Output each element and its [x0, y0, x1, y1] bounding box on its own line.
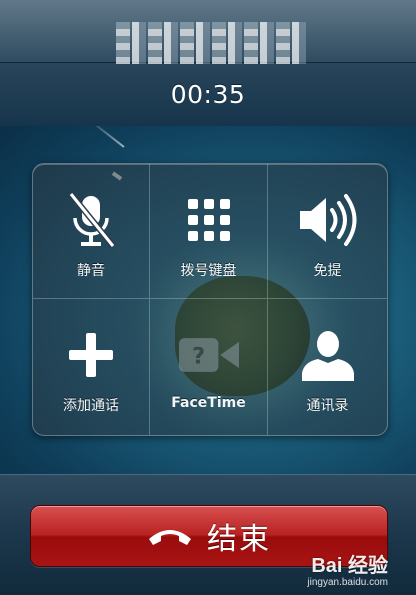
- boat-wake: [87, 126, 125, 148]
- mute-label: 静音: [77, 263, 105, 279]
- in-call-controls-panel: 静音 拨号键盘 免提 添加通话 ? FaceTime 通讯录: [32, 163, 388, 436]
- add-call-icon: [61, 325, 121, 385]
- facetime-label: FaceTime: [171, 395, 246, 411]
- contacts-button[interactable]: 通讯录: [268, 299, 387, 435]
- caller-name-obscured: [92, 16, 330, 70]
- facetime-button[interactable]: ? FaceTime: [150, 299, 268, 435]
- keypad-label: 拨号键盘: [180, 263, 237, 279]
- contacts-icon: [298, 325, 358, 385]
- watermark-brand: Bai 经验: [311, 555, 388, 577]
- svg-text:?: ?: [192, 343, 205, 369]
- mute-button[interactable]: 静音: [33, 164, 150, 299]
- end-call-phone-icon: [149, 530, 191, 545]
- facetime-icon: ?: [178, 325, 239, 385]
- speaker-button[interactable]: 免提: [268, 164, 387, 299]
- mute-icon: [61, 190, 121, 250]
- end-call-label: 结束: [207, 522, 271, 557]
- call-timer: 00:35: [170, 80, 246, 109]
- speaker-label: 免提: [313, 263, 342, 279]
- watermark-url: jingyan.baidu.com: [307, 577, 388, 588]
- caller-header: 00:35: [0, 0, 416, 127]
- contacts-label: 通讯录: [306, 398, 349, 414]
- add-call-button[interactable]: 添加通话: [33, 299, 150, 435]
- keypad-icon: [179, 190, 239, 250]
- add-call-label: 添加通话: [63, 398, 119, 414]
- baidu-jingyan-watermark: Bai 经验 jingyan.baidu.com: [307, 555, 388, 588]
- speaker-icon: [298, 190, 358, 250]
- keypad-button[interactable]: 拨号键盘: [150, 164, 268, 299]
